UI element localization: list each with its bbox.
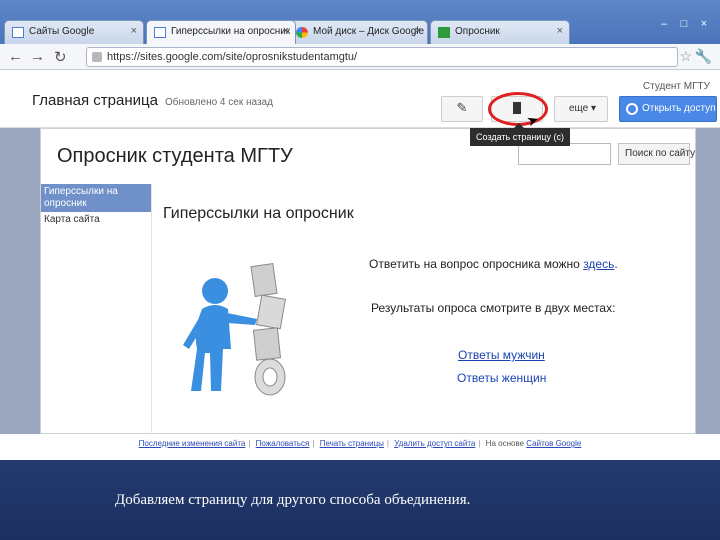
more-button[interactable]: еще ▾ <box>554 96 608 122</box>
sites-header: Студент МГТУ Главная страница Обновлено … <box>0 70 720 128</box>
close-window-button[interactable]: × <box>694 18 714 30</box>
window-controls: – □ × <box>654 18 714 30</box>
slide-caption: Добавляем страницу для другого способа о… <box>115 492 471 508</box>
site-title[interactable]: Опросник студента МГТУ <box>57 145 293 168</box>
close-tab-icon[interactable]: × <box>283 25 289 37</box>
forms-icon <box>438 27 450 38</box>
pencil-icon: ✎ <box>456 100 468 115</box>
tab-label: Сайты Google <box>29 26 95 37</box>
answer-text-label: Ответить на вопрос опросника можно <box>369 257 580 271</box>
site-search-input[interactable] <box>518 143 611 165</box>
new-page-tooltip: Создать страницу (с) <box>470 123 570 146</box>
site-sidebar: Гиперссылки на опросник Карта сайта <box>41 184 152 434</box>
reload-icon[interactable]: ↻ <box>54 48 67 66</box>
footer-link-report[interactable]: Пожаловаться <box>256 439 310 448</box>
tab-label: Мой диск – Диск Google <box>313 26 425 37</box>
site-search-button[interactable]: Поиск по сайту <box>618 143 695 165</box>
footer-link-recent-changes[interactable]: Последние изменения сайта <box>139 439 246 448</box>
edit-page-button[interactable]: ✎ <box>441 96 483 122</box>
answer-here-link[interactable]: здесь <box>583 257 614 271</box>
bookmark-star-icon[interactable]: ☆ <box>679 48 692 65</box>
share-button[interactable]: Открыть доступ <box>619 96 717 122</box>
tab-sites-google[interactable]: Сайты Google × <box>4 20 144 44</box>
tab-survey[interactable]: Опросник × <box>430 20 570 44</box>
footer-link-remove-access[interactable]: Удалить доступ сайта <box>394 439 475 448</box>
tab-label: Гиперссылки на опросник <box>171 26 291 37</box>
info-letters-icon <box>250 263 287 396</box>
close-tab-icon[interactable]: × <box>557 25 563 37</box>
forward-arrow-icon[interactable]: → <box>30 48 45 65</box>
sites-icon <box>154 27 166 38</box>
maximize-button[interactable]: □ <box>674 18 694 30</box>
close-tab-icon[interactable]: × <box>415 25 421 37</box>
address-bar[interactable]: https://sites.google.com/site/oprosnikst… <box>86 47 678 67</box>
page-title: Гиперссылки на опросник <box>163 205 354 222</box>
results-text: Результаты опроса смотрите в двух местах… <box>371 301 616 315</box>
site-footer: Последние изменения сайта | Пожаловаться |… <box>0 434 720 460</box>
sidebar-item-hyperlinks[interactable]: Гиперссылки на опросник <box>41 184 151 212</box>
answer-period: . <box>614 257 618 271</box>
sidebar-item-sitemap[interactable]: Карта сайта <box>41 212 151 228</box>
dropdown-arrow-icon: ▾ <box>591 103 597 114</box>
info-figure-image <box>183 263 287 396</box>
women-answers-link[interactable]: Ответы женщин <box>457 371 546 385</box>
more-label: еще <box>569 103 589 114</box>
tab-google-drive[interactable]: Мой диск – Диск Google × <box>288 20 428 44</box>
sites-icon <box>12 27 24 38</box>
tab-hyperlinks[interactable]: Гиперссылки на опросник × <box>146 20 296 44</box>
lock-icon <box>92 52 102 62</box>
browser-toolbar: ← → ↻ https://sites.google.com/site/opro… <box>0 44 720 70</box>
close-tab-icon[interactable]: × <box>131 25 137 37</box>
wrench-icon[interactable]: 🔧 <box>695 48 712 65</box>
url-text: https://sites.google.com/site/oprosnikst… <box>107 51 358 63</box>
share-label: Открыть доступ <box>642 103 716 114</box>
men-answers-link[interactable]: Ответы мужчин <box>458 348 545 362</box>
drive-icon <box>296 27 308 38</box>
minimize-button[interactable]: – <box>654 18 674 30</box>
answer-text: Ответить на вопрос опросника можно здесь… <box>369 257 618 271</box>
home-page-title[interactable]: Главная страница <box>32 92 158 109</box>
updated-status: Обновлено 4 сек назад <box>165 97 273 108</box>
footer-powered-text: На основе <box>485 439 525 448</box>
user-name[interactable]: Студент МГТУ <box>643 81 710 92</box>
browser-tabstrip: Сайты Google × Гиперссылки на опросник ×… <box>0 0 720 44</box>
footer-link-google-sites[interactable]: Сайтов Google <box>526 439 581 448</box>
footer-link-print[interactable]: Печать страницы <box>320 439 384 448</box>
site-page: Опросник студента МГТУ Поиск по сайту Ги… <box>40 128 696 434</box>
globe-icon <box>626 103 638 115</box>
back-arrow-icon[interactable]: ← <box>8 48 23 65</box>
blue-person-icon <box>183 278 257 391</box>
tab-label: Опросник <box>455 26 500 37</box>
